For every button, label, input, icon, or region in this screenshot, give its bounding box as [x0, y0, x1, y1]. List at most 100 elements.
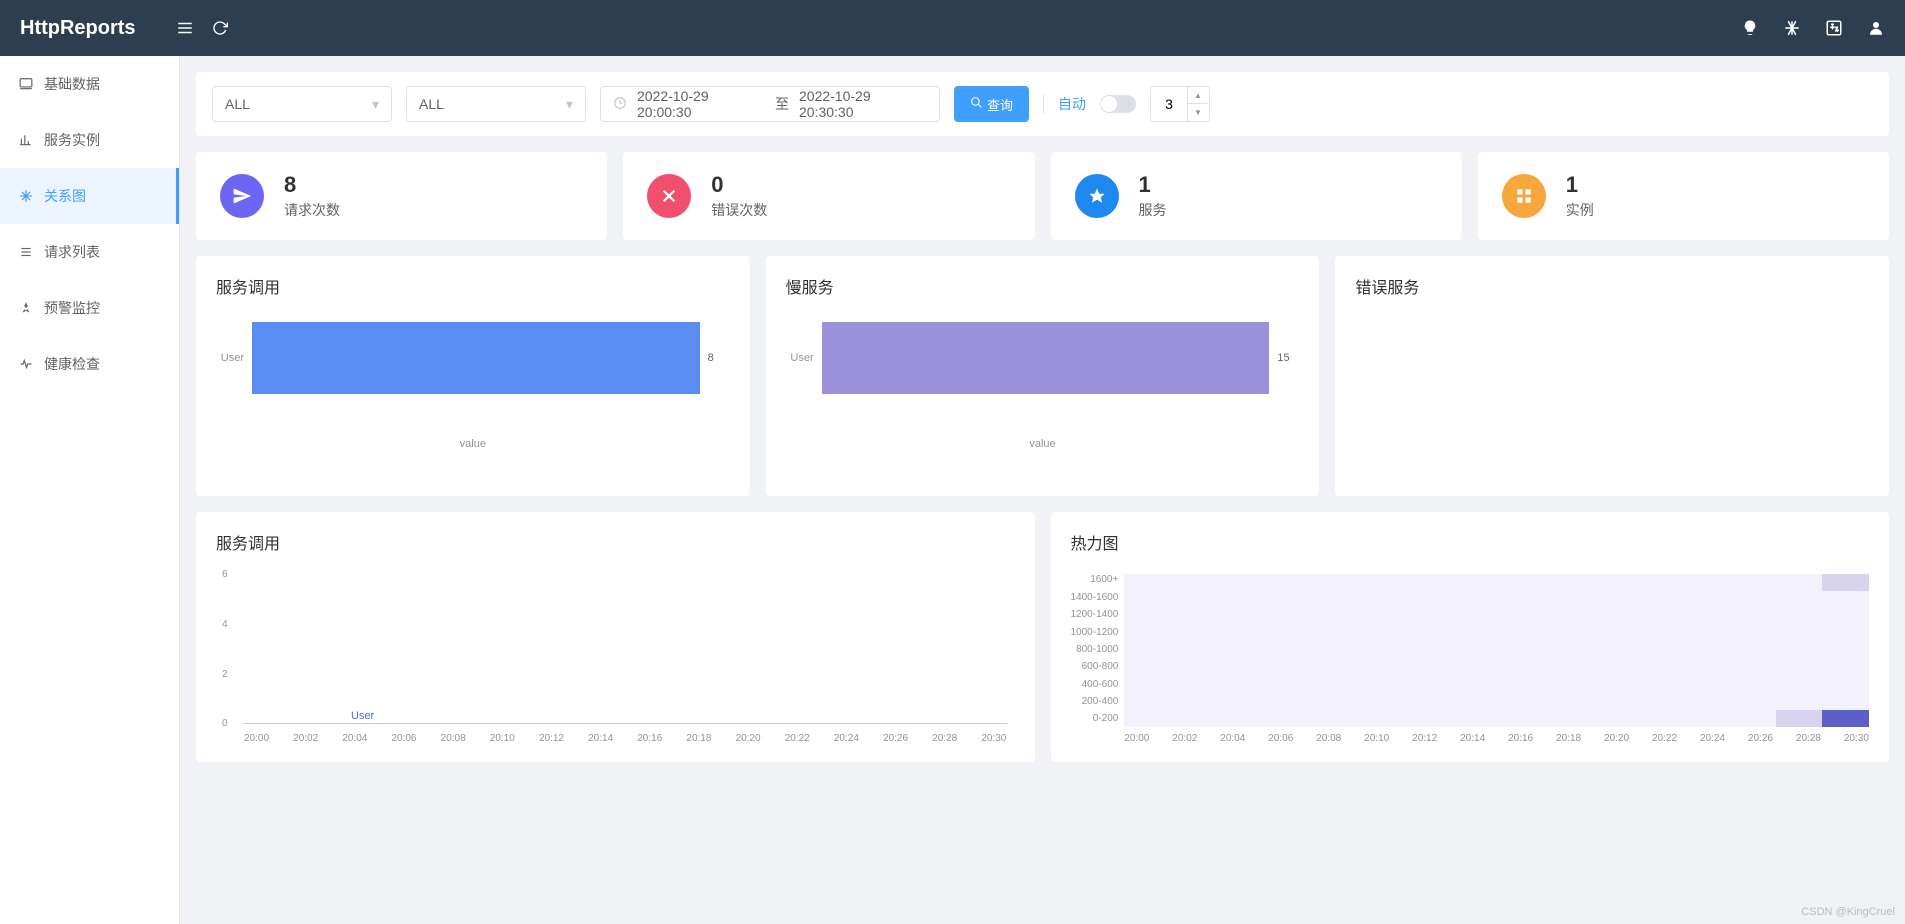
sidebar-item-alert-monitor[interactable]: 预警监控	[0, 280, 179, 336]
heatmap-cell	[1590, 625, 1637, 642]
heatmap-x-tick: 20:02	[1172, 733, 1197, 744]
heatmap-y-label: 1400-1600	[1071, 592, 1119, 603]
query-button[interactable]: 查询	[954, 86, 1029, 122]
sidebar-item-service-instance[interactable]: 服务实例	[0, 112, 179, 168]
heatmap-cell	[1124, 676, 1171, 693]
stat-label: 请求次数	[284, 200, 340, 220]
heatmap-cell	[1357, 659, 1404, 676]
y-gridline: 4	[244, 624, 1007, 625]
x-tick: 20:22	[785, 733, 810, 744]
heatmap-cell	[1217, 574, 1264, 591]
sidebar-item-request-list[interactable]: 请求列表	[0, 224, 179, 280]
x-axis-label: value	[216, 438, 730, 450]
heatmap-cell	[1404, 642, 1451, 659]
heatmap-cell	[1590, 659, 1637, 676]
service-calls-bar-chart: User 8 value	[216, 318, 730, 478]
heatmap-cell	[1683, 710, 1730, 727]
refresh-interval-input[interactable]: ▲ ▼	[1150, 86, 1210, 122]
heatmap-cell	[1776, 710, 1823, 727]
bar-value: 15	[1277, 352, 1299, 364]
stepper-up-icon[interactable]: ▲	[1188, 87, 1208, 104]
heatmap-cell	[1822, 710, 1869, 727]
heatmap-x-tick: 20:12	[1412, 733, 1437, 744]
stepper-down-icon[interactable]: ▼	[1188, 104, 1208, 121]
bulb-icon[interactable]	[1741, 19, 1759, 37]
heatmap-cell	[1636, 625, 1683, 642]
refresh-icon[interactable]	[212, 20, 228, 36]
heatmap-y-label: 1000-1200	[1071, 627, 1119, 638]
heatmap-cell	[1543, 591, 1590, 608]
heatmap-cell	[1124, 608, 1171, 625]
heatmap-x-tick: 20:06	[1268, 733, 1293, 744]
stat-card-services: 1服务	[1051, 152, 1462, 240]
heatmap-cell	[1776, 574, 1823, 591]
heatmap-x-tick: 20:14	[1460, 733, 1485, 744]
date-start: 2022-10-29 20:00:30	[637, 88, 765, 120]
heatmap-cell	[1357, 574, 1404, 591]
date-end: 2022-10-29 20:30:30	[799, 88, 927, 120]
heatmap-cell	[1404, 591, 1451, 608]
heatmap-cell	[1729, 659, 1776, 676]
slow-service-bar-chart: User 15 value	[786, 318, 1300, 478]
chevron-down-icon: ▾	[372, 96, 379, 113]
service-select[interactable]: ALL ▾	[212, 86, 392, 122]
language-icon[interactable]	[1825, 19, 1843, 37]
heatmap-cell	[1217, 693, 1264, 710]
sidebar-item-label: 基础数据	[44, 74, 100, 94]
heatmap-cell	[1590, 608, 1637, 625]
heatmap-cell	[1729, 608, 1776, 625]
heatmap-cell	[1264, 625, 1311, 642]
sidebar-item-basic-data[interactable]: 基础数据	[0, 56, 179, 112]
list-icon	[18, 245, 34, 259]
heatmap-cell	[1822, 591, 1869, 608]
heatmap-x-tick: 20:08	[1316, 733, 1341, 744]
auto-refresh-label[interactable]: 自动	[1058, 94, 1086, 114]
heatmap-cell	[1171, 676, 1218, 693]
heatmap-cell	[1729, 574, 1776, 591]
heatmap-x-tick: 20:04	[1220, 733, 1245, 744]
x-tick: 20:02	[293, 733, 318, 744]
app-header: HttpReports	[0, 0, 1905, 56]
heatmap-cell	[1171, 591, 1218, 608]
heatmap-cell	[1590, 574, 1637, 591]
heatmap-cell	[1683, 574, 1730, 591]
heatmap-cell	[1543, 642, 1590, 659]
fullscreen-icon[interactable]	[1783, 19, 1801, 37]
heatmap-cell	[1776, 676, 1823, 693]
sidebar-item-health-check[interactable]: 健康检查	[0, 336, 179, 392]
sidebar-item-relation-graph[interactable]: 关系图	[0, 168, 179, 224]
auto-refresh-toggle[interactable]	[1100, 95, 1136, 113]
heatmap-cell	[1822, 574, 1869, 591]
heatmap-cell	[1357, 608, 1404, 625]
heatmap-cell	[1171, 659, 1218, 676]
heatmap-cell	[1124, 693, 1171, 710]
heatmap-y-label: 1600+	[1071, 574, 1119, 585]
heatmap-x-tick: 20:18	[1556, 733, 1581, 744]
date-range-picker[interactable]: 2022-10-29 20:00:30 至 2022-10-29 20:30:3…	[600, 86, 940, 122]
heatmap-cell	[1357, 710, 1404, 727]
x-tick: 20:00	[244, 733, 269, 744]
sidebar: 基础数据 服务实例 关系图 请求列表 预警监控 健康检查	[0, 56, 180, 924]
heatmap-cell	[1497, 642, 1544, 659]
x-tick: 20:26	[883, 733, 908, 744]
heatmap-cell	[1264, 574, 1311, 591]
heatmap-x-tick: 20:20	[1604, 733, 1629, 744]
interval-value[interactable]	[1151, 96, 1187, 112]
heatmap-cell	[1124, 642, 1171, 659]
x-tick: 20:28	[932, 733, 957, 744]
heatmap-cell	[1404, 625, 1451, 642]
heatmap-cell	[1590, 676, 1637, 693]
panel-slow-service: 慢服务 User 15 value	[766, 256, 1320, 496]
heatmap-cell	[1683, 642, 1730, 659]
sidebar-item-label: 关系图	[44, 186, 86, 206]
menu-toggle-icon[interactable]	[176, 19, 194, 37]
instance-select[interactable]: ALL ▾	[406, 86, 586, 122]
heatmap-cell	[1310, 676, 1357, 693]
heatmap-cell	[1217, 659, 1264, 676]
heatmap-cell	[1636, 659, 1683, 676]
user-icon[interactable]	[1867, 19, 1885, 37]
heatmap-cell	[1776, 659, 1823, 676]
heatmap-cell	[1683, 591, 1730, 608]
heatmap-cell	[1636, 693, 1683, 710]
bar-value: 8	[708, 352, 730, 364]
